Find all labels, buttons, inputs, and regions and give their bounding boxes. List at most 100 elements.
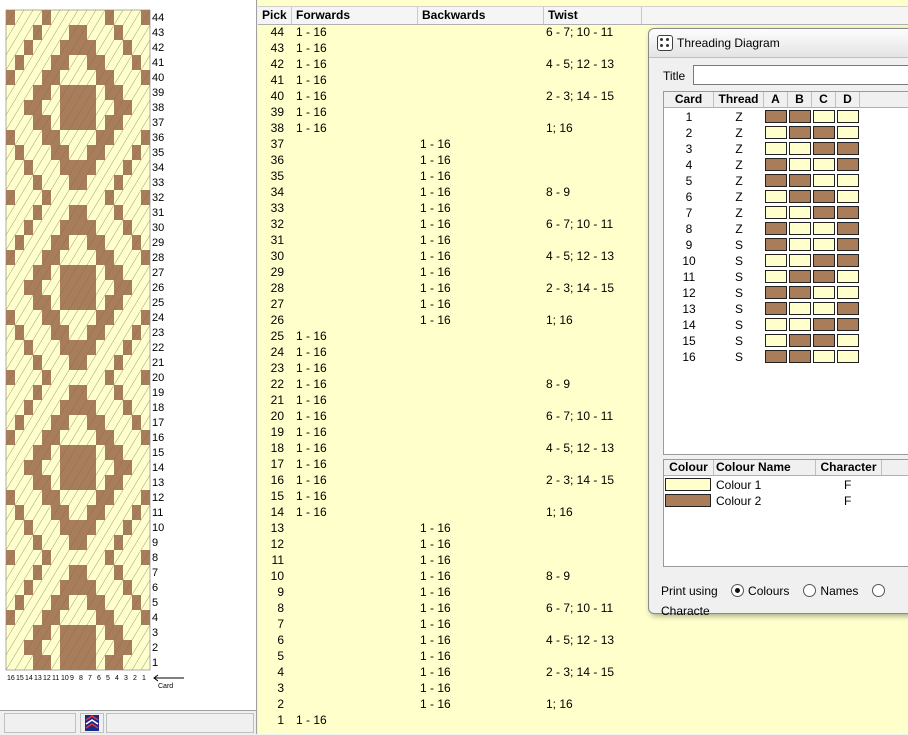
hole-d-swatch[interactable] [837,222,859,235]
colour-row[interactable]: Colour 2 F [664,493,908,509]
hole-a-swatch[interactable] [765,222,787,235]
hole-b-swatch[interactable] [789,142,811,155]
hole-c-swatch[interactable] [813,238,835,251]
hole-a-swatch[interactable] [765,158,787,171]
title-input[interactable] [693,65,908,85]
table-row[interactable]: 1 1 - 16 [258,712,908,728]
card-row[interactable]: 2Z [664,125,908,141]
hole-b-swatch[interactable] [789,286,811,299]
thread-direction[interactable]: S [714,349,764,365]
hole-b-swatch[interactable] [789,238,811,251]
hole-a-swatch[interactable] [765,350,787,363]
hole-c-swatch[interactable] [813,350,835,363]
table-row[interactable]: 2 1 - 16 1; 16 [258,696,908,712]
hole-a-swatch[interactable] [765,238,787,251]
hole-c-swatch[interactable] [813,254,835,267]
hole-a-swatch[interactable] [765,110,787,123]
column-header-pick[interactable]: Pick [258,7,292,24]
hole-a-swatch[interactable] [765,302,787,315]
table-row[interactable]: 3 1 - 16 [258,680,908,696]
card-row[interactable]: 15 S [664,333,908,349]
hole-a-swatch[interactable] [765,334,787,347]
hole-d-swatch[interactable] [837,302,859,315]
hole-a-swatch[interactable] [765,126,787,139]
hole-d-swatch[interactable] [837,158,859,171]
card-row[interactable]: 3Z [664,141,908,157]
thread-direction[interactable]: Z [714,173,764,189]
column-header-forwards[interactable]: Forwards [292,7,418,24]
card-row[interactable]: 7Z [664,205,908,221]
hole-c-swatch[interactable] [813,270,835,283]
card-row[interactable]: 11 S [664,269,908,285]
card-row[interactable]: 5Z [664,173,908,189]
table-row[interactable]: 4 1 - 16 2 - 3; 14 - 15 [258,664,908,680]
thread-direction[interactable]: S [714,237,764,253]
hole-d-swatch[interactable] [837,174,859,187]
card-row[interactable]: 14 S [664,317,908,333]
card-row[interactable]: 16 S [664,349,908,365]
colour-swatch[interactable] [665,494,711,507]
hole-c-swatch[interactable] [813,286,835,299]
hole-b-swatch[interactable] [789,254,811,267]
hole-b-swatch[interactable] [789,110,811,123]
hole-d-swatch[interactable] [837,318,859,331]
thread-direction[interactable]: Z [714,205,764,221]
thread-direction[interactable]: S [714,301,764,317]
hole-d-swatch[interactable] [837,110,859,123]
hole-b-swatch[interactable] [789,222,811,235]
table-row[interactable]: 7 1 - 16 [258,616,908,632]
column-header-backwards[interactable]: Backwards [418,7,544,24]
hole-a-swatch[interactable] [765,286,787,299]
hole-d-swatch[interactable] [837,254,859,267]
hole-a-swatch[interactable] [765,270,787,283]
hole-c-swatch[interactable] [813,174,835,187]
thread-direction[interactable]: Z [714,189,764,205]
hole-b-swatch[interactable] [789,302,811,315]
hole-a-swatch[interactable] [765,190,787,203]
hole-c-swatch[interactable] [813,110,835,123]
thread-direction[interactable]: Z [714,109,764,125]
table-row[interactable]: 5 1 - 16 [258,648,908,664]
thread-direction[interactable]: S [714,317,764,333]
hole-d-swatch[interactable] [837,126,859,139]
hole-b-swatch[interactable] [789,158,811,171]
hole-a-swatch[interactable] [765,206,787,219]
table-row[interactable]: 6 1 - 16 4 - 5; 12 - 13 [258,632,908,648]
hole-a-swatch[interactable] [765,174,787,187]
hole-b-swatch[interactable] [789,174,811,187]
hole-c-swatch[interactable] [813,222,835,235]
hole-c-swatch[interactable] [813,142,835,155]
hole-c-swatch[interactable] [813,126,835,139]
card-row[interactable]: 9S [664,237,908,253]
card-row[interactable]: 10 S [664,253,908,269]
print-option-radio[interactable]: Colours [731,584,789,598]
hole-a-swatch[interactable] [765,318,787,331]
colour-swatch[interactable] [665,478,711,491]
card-row[interactable]: 6Z [664,189,908,205]
card-row[interactable]: 12 S [664,285,908,301]
hole-c-swatch[interactable] [813,206,835,219]
hole-b-swatch[interactable] [789,334,811,347]
hole-d-swatch[interactable] [837,238,859,251]
print-option-radio[interactable]: Names [803,584,858,598]
hole-d-swatch[interactable] [837,190,859,203]
hole-b-swatch[interactable] [789,190,811,203]
thread-direction[interactable]: Z [714,141,764,157]
hole-c-swatch[interactable] [813,302,835,315]
column-header-twist[interactable]: Twist [544,7,642,24]
thread-direction[interactable]: S [714,333,764,349]
card-row[interactable]: 1Z [664,109,908,125]
hole-d-swatch[interactable] [837,270,859,283]
hole-d-swatch[interactable] [837,142,859,155]
hole-d-swatch[interactable] [837,334,859,347]
hole-d-swatch[interactable] [837,206,859,219]
hole-d-swatch[interactable] [837,350,859,363]
hole-c-swatch[interactable] [813,334,835,347]
thread-direction[interactable]: S [714,253,764,269]
hole-a-swatch[interactable] [765,254,787,267]
hole-c-swatch[interactable] [813,190,835,203]
dialog-titlebar[interactable]: Threading Diagram [649,29,908,58]
hole-b-swatch[interactable] [789,318,811,331]
thread-direction[interactable]: Z [714,125,764,141]
colour-row[interactable]: Colour 1 F [664,477,908,493]
